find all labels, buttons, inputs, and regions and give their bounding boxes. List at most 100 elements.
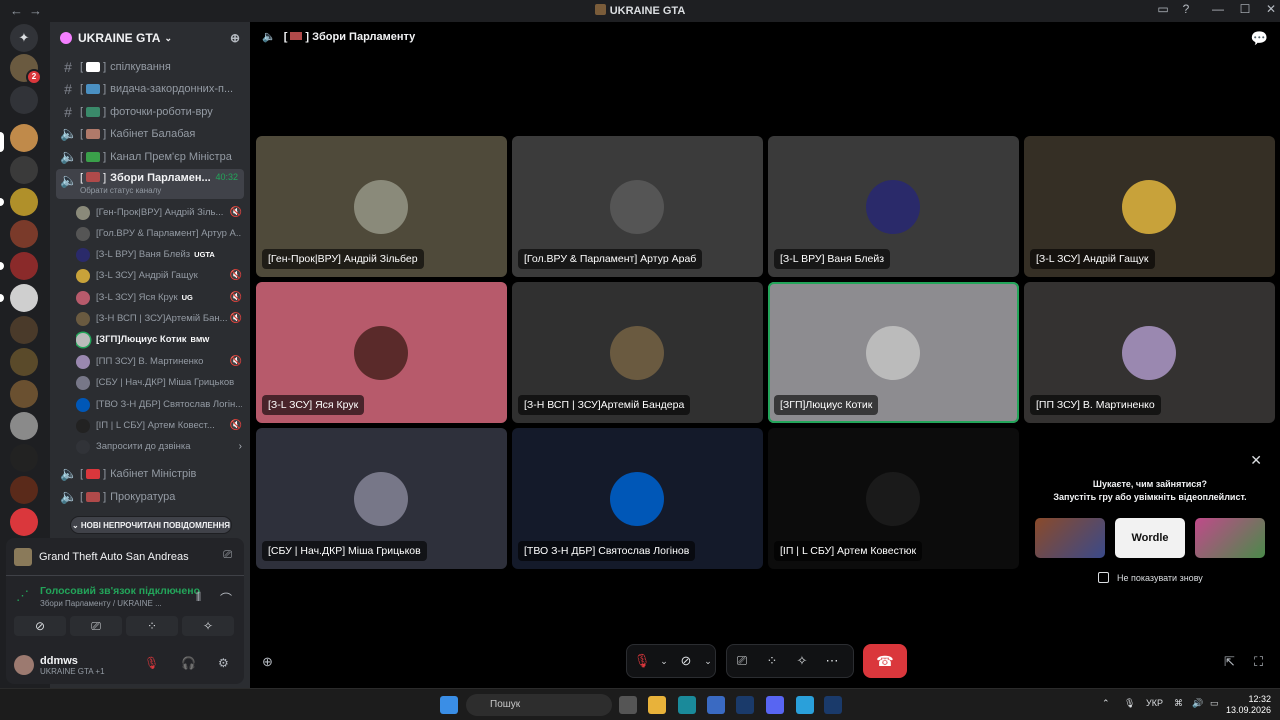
game-card[interactable] — [1195, 518, 1265, 558]
voice-user[interactable]: [ТВО З-Н ДБР] Святослав Логін... — [76, 394, 242, 415]
activities-button[interactable]: ⁘ — [126, 616, 178, 636]
app-icon[interactable] — [824, 696, 842, 714]
battery-icon[interactable]: ▭ — [1210, 698, 1219, 709]
video-tile[interactable]: [ПП ЗСУ] В. Мартиненко — [1024, 282, 1275, 423]
channel-text[interactable]: #[] фоточки-роботи-вру — [56, 101, 244, 122]
maximize-button[interactable]: ☐ — [1234, 2, 1256, 16]
video-tile[interactable]: [Ген-Прок|ВРУ] Андрій Зільбер — [256, 136, 507, 277]
explorer-icon[interactable] — [648, 696, 666, 714]
soundboard-button[interactable]: ✧ — [787, 653, 817, 669]
tray-arrow-icon[interactable]: ⌃ — [1102, 698, 1110, 709]
channel-status[interactable]: Обрати статус каналу — [80, 186, 161, 195]
chat-icon[interactable]: 💬 — [1251, 30, 1268, 47]
server-icon[interactable] — [10, 316, 38, 344]
video-tile[interactable]: [Гол.ВРУ & Парламент] Артур Араб — [512, 136, 763, 277]
voice-user[interactable]: [ПП ЗСУ] В. Мартиненко 🔇 — [76, 351, 242, 372]
voice-user[interactable]: [З-Н ВСП | ЗСУ]Артемій Бан... 🔇 — [76, 308, 242, 329]
server-icon[interactable] — [10, 252, 38, 280]
voice-user[interactable]: [ІП | L СБУ] Артем Ковест... 🔇 — [76, 415, 242, 436]
help-icon[interactable]: ? — [1175, 2, 1197, 16]
channel-text[interactable]: #[] видача-закордонних-п... — [56, 78, 244, 99]
game-card[interactable] — [1035, 518, 1105, 558]
server-icon[interactable] — [10, 284, 38, 312]
avatar[interactable] — [14, 655, 34, 675]
start-icon[interactable] — [440, 696, 458, 714]
channel-voice[interactable]: 🔈[] Прокуратура — [56, 486, 244, 507]
mic-icon[interactable]: 🎙 — [1124, 698, 1135, 709]
server-icon[interactable] — [10, 508, 38, 536]
mic-muted-icon[interactable]: 🎙 — [144, 656, 159, 670]
discord-icon[interactable] — [766, 696, 784, 714]
headphones-icon[interactable]: 🎧 — [181, 656, 196, 670]
search-box[interactable]: Пошук — [466, 694, 612, 716]
telegram-icon[interactable] — [796, 696, 814, 714]
channel-voice-active[interactable]: 🔈[] Збори Парламен... 40:32 Обрати статус… — [56, 169, 244, 199]
share-screen-button[interactable]: ⎚ — [727, 653, 757, 669]
invite-to-call[interactable]: Запросити до дзвінка › — [76, 436, 242, 457]
store-icon[interactable] — [707, 696, 725, 714]
voice-user[interactable]: [Ген-Прок|ВРУ] Андрій Зіль... 🔇 — [76, 202, 242, 223]
voice-user[interactable]: [Гол.ВРУ & Парламент] Артур А... — [76, 223, 242, 244]
mic-muted-button[interactable]: 🎙 — [627, 653, 657, 669]
disconnect-button[interactable]: ☎ — [863, 644, 907, 678]
voice-user-speaking[interactable]: [ЗГП]Люциус Котик BMW — [76, 329, 242, 350]
close-icon[interactable]: ✕ — [1250, 452, 1262, 469]
video-tile[interactable]: [З-L ЗСУ] Андрій Гащук — [1024, 136, 1275, 277]
network-icon[interactable]: ⌘ — [1174, 698, 1183, 709]
close-button[interactable]: ✕ — [1260, 2, 1280, 16]
volume-icon[interactable]: 🔊 — [1192, 698, 1203, 709]
server-icon[interactable] — [10, 412, 38, 440]
server-icon[interactable] — [10, 220, 38, 248]
channel-text[interactable]: #[] спілкування — [56, 56, 244, 77]
server-icon[interactable] — [10, 476, 38, 504]
channel-voice[interactable]: 🔈[] Канал Прем'єр Міністра — [56, 146, 244, 167]
chevron-down-icon[interactable]: ⌄ — [657, 656, 671, 667]
dont-show-checkbox[interactable]: Не показувати знову — [1098, 572, 1203, 583]
video-tile[interactable]: [ІП | L СБУ] Артем Ковестюк — [768, 428, 1019, 569]
edge-icon[interactable] — [678, 696, 696, 714]
popout-icon[interactable]: ⇱ — [1224, 654, 1235, 670]
task-view-icon[interactable] — [619, 696, 637, 714]
channel-voice[interactable]: 🔈[] Кабінет Міністрів — [56, 463, 244, 484]
discord-home-icon[interactable]: ✦ — [10, 24, 38, 52]
inbox-icon[interactable]: ▭ — [1152, 2, 1174, 16]
video-tile[interactable]: [З-L ВРУ] Ваня Блейз — [768, 136, 1019, 277]
voice-user[interactable]: [З-L ЗСУ] Андрій Гащук 🔇 — [76, 265, 242, 286]
camera-off-button[interactable]: ⊘ — [671, 653, 701, 669]
video-tile[interactable]: [ЗГП]Люциус Котик — [768, 282, 1019, 423]
new-messages-pill[interactable]: ⌄ НОВІ НЕПРОЧИТАНІ ПОВІДОМЛЕННЯ — [70, 516, 232, 534]
channel-voice[interactable]: 🔈[] Кабінет Балабая — [56, 123, 244, 144]
video-tile[interactable]: [СБУ | Нач.ДКР] Міша Грицьков — [256, 428, 507, 569]
noise-suppression-icon[interactable]: ⫴ — [196, 590, 201, 605]
server-icon[interactable] — [10, 380, 38, 408]
voice-user[interactable]: [СБУ | Нач.ДКР] Міша Грицьков — [76, 372, 242, 393]
stream-icon[interactable]: ⎚ — [223, 549, 232, 562]
soundboard-button[interactable]: ✧ — [182, 616, 234, 636]
minimize-button[interactable]: — — [1207, 2, 1229, 16]
chevron-down-icon[interactable]: ⌄ — [701, 656, 715, 667]
server-icon[interactable] — [10, 188, 38, 216]
language-indicator[interactable]: УКР — [1146, 698, 1163, 708]
activity-card[interactable]: Grand Theft Auto San Andreas ⎚ — [6, 538, 244, 576]
game-card-wordle[interactable]: Wordle — [1115, 518, 1185, 558]
activities-button[interactable]: ⁘ — [757, 653, 787, 669]
server-icon-ukraine-gta[interactable] — [10, 124, 38, 152]
app-icon[interactable] — [736, 696, 754, 714]
video-tile[interactable]: [З-Н ВСП | ЗСУ]Артемій Бандера — [512, 282, 763, 423]
server-icon[interactable] — [10, 156, 38, 184]
video-tile[interactable]: [ТВО З-Н ДБР] Святослав Логінов — [512, 428, 763, 569]
server-icon[interactable] — [10, 348, 38, 376]
guild-header[interactable]: UKRAINE GTA ⌄ ⊕ — [50, 22, 250, 54]
camera-off-button[interactable]: ⊘ — [14, 616, 66, 636]
voice-user[interactable]: [З-L ЗСУ] Яся Крук UG 🔇 — [76, 287, 242, 308]
fullscreen-icon[interactable]: ⛶ — [1254, 654, 1263, 670]
disconnect-icon[interactable]: ⌒ — [220, 590, 232, 607]
share-screen-button[interactable]: ⎚ — [70, 616, 122, 636]
voice-user[interactable]: [З-L ВРУ] Ваня Блейз UGTA — [76, 244, 242, 265]
server-icon[interactable] — [10, 86, 38, 114]
gear-icon[interactable]: ⚙ — [218, 656, 229, 670]
add-member-icon[interactable]: ⊕ — [230, 31, 240, 45]
signal-icon[interactable]: ⋰ — [16, 588, 29, 604]
more-button[interactable]: ⋯ — [817, 653, 847, 669]
invite-icon[interactable]: ⊕ — [262, 654, 273, 670]
